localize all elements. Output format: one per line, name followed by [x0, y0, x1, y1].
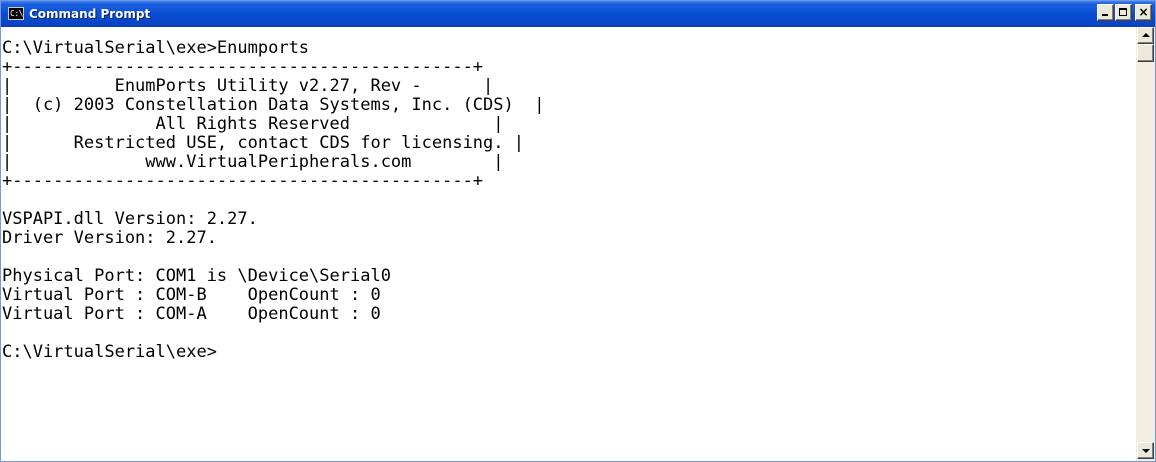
console-line: Physical Port: COM1 is \Device\Serial0 [2, 266, 391, 286]
maximize-icon [1119, 8, 1127, 16]
console-line: | (c) 2003 Constellation Data Systems, I… [2, 95, 545, 115]
arrow-up-icon [1142, 33, 1150, 37]
console-line: Driver Version: 2.27. [2, 228, 217, 248]
window-title: Command Prompt [29, 7, 151, 21]
console-output[interactable]: C:\VirtualSerial\exe>Enumports +--------… [1, 27, 1135, 461]
title-bar[interactable]: C:\ Command Prompt × [1, 1, 1155, 27]
close-icon: × [1138, 5, 1149, 19]
console-line: C:\VirtualSerial\exe>Enumports [2, 38, 310, 58]
console-line: Virtual Port : COM-A OpenCount : 0 [2, 304, 381, 324]
console-line: +---------------------------------------… [2, 171, 484, 191]
console-line: | www.VirtualPeripherals.com | [2, 152, 504, 172]
console-line: | All Rights Reserved | [2, 114, 504, 134]
console-line: VSPAPI.dll Version: 2.27. [2, 209, 258, 229]
maximize-button[interactable] [1115, 4, 1132, 21]
command-prompt-window: C:\ Command Prompt × C:\VirtualSerial\ex… [0, 0, 1156, 462]
console-line: C:\VirtualSerial\exe> [2, 342, 217, 362]
console-icon[interactable]: C:\ [8, 7, 24, 20]
close-button[interactable]: × [1135, 4, 1152, 21]
scrollbar-thumb[interactable] [1137, 44, 1154, 62]
minimize-button[interactable] [1097, 4, 1114, 21]
scroll-up-button[interactable] [1137, 27, 1154, 44]
scroll-down-button[interactable] [1137, 442, 1154, 459]
console-line: Virtual Port : COM-B OpenCount : 0 [2, 285, 381, 305]
console-line: +---------------------------------------… [2, 57, 484, 77]
console-text: C:\VirtualSerial\exe>Enumports +--------… [2, 39, 544, 362]
console-line: | Restricted USE, contact CDS for licens… [2, 133, 524, 153]
vertical-scrollbar[interactable] [1135, 27, 1155, 461]
console-line: | EnumPorts Utility v2.27, Rev - | [2, 76, 494, 96]
minimize-icon [1102, 14, 1108, 16]
arrow-down-icon [1142, 449, 1150, 453]
